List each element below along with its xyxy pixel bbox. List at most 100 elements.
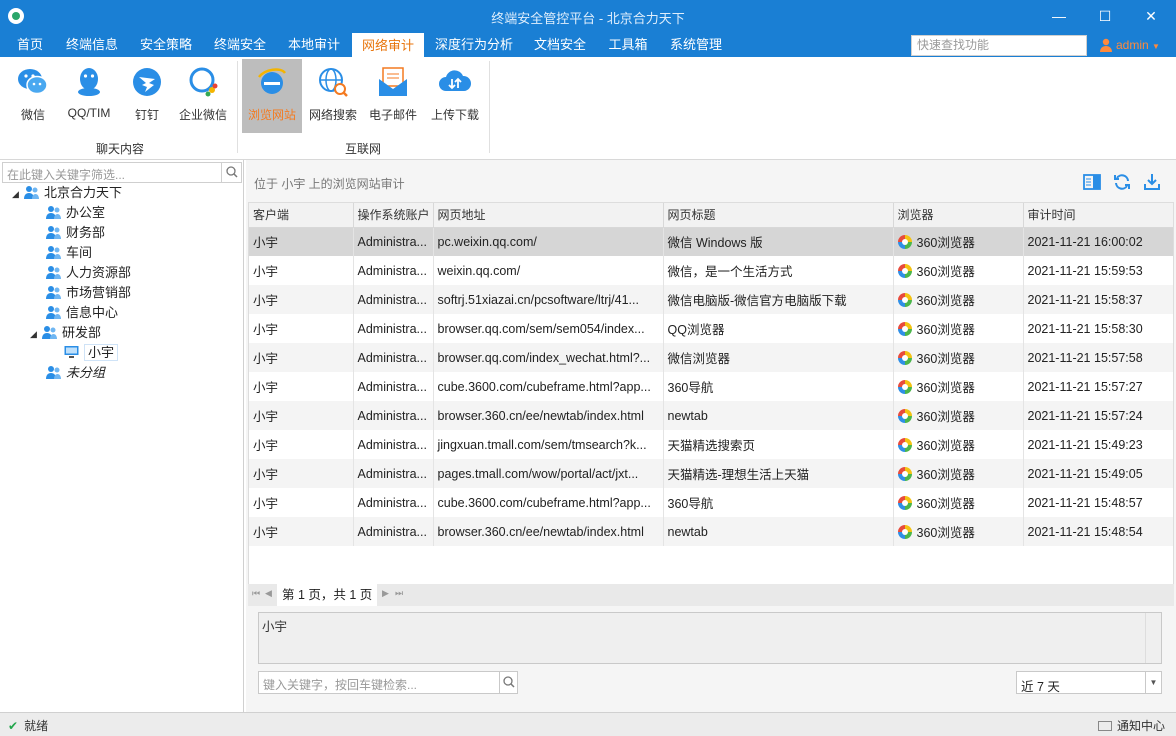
- work-wechat-button[interactable]: 企业微信: [174, 59, 232, 133]
- email-label: 电子邮件: [368, 108, 417, 122]
- cell-os-account: Administra...: [353, 256, 434, 285]
- browse-web-button[interactable]: 浏览网站: [242, 59, 302, 133]
- quick-search-input[interactable]: 快速查找功能: [911, 35, 1087, 56]
- tree-item-marketing[interactable]: 市场营销部: [46, 283, 131, 303]
- table-row[interactable]: 小宇 Administra... pc.weixin.qq.com/微信 Windo…: [249, 227, 1173, 256]
- cell-browser: 360浏览器: [893, 256, 1024, 285]
- 360-browser-icon: [897, 380, 912, 394]
- table-row[interactable]: 小宇 Administra... browser.qq.com/index_wech…: [249, 343, 1173, 372]
- tree-item-office[interactable]: 办公室: [46, 203, 105, 223]
- browser-name: 360浏览器: [916, 410, 975, 424]
- table-row[interactable]: 小宇 Administra... weixin.qq.com/微信，是一个生活方式 3…: [249, 256, 1173, 285]
- tree-filter-input[interactable]: 在此键入关键字筛选...: [2, 162, 242, 183]
- work-wechat-label: 企业微信: [178, 108, 227, 122]
- maximize-button[interactable]: ☐: [1082, 0, 1128, 32]
- notification-center-button[interactable]: 通知中心: [1098, 717, 1165, 734]
- tree-item-computer-xiaoyu[interactable]: 小宇: [64, 343, 119, 363]
- search-icon[interactable]: [499, 672, 517, 693]
- tree-item-label: 人力资源部: [66, 265, 132, 280]
- menu-terminal-security[interactable]: 终端安全: [206, 32, 274, 57]
- column-header-audit-time[interactable]: 审计时间: [1023, 203, 1173, 228]
- detail-textarea[interactable]: 小宇: [258, 612, 1162, 664]
- time-range-select[interactable]: 近 7 天 ▼: [1016, 671, 1162, 694]
- collapse-arrow-icon[interactable]: ◢: [30, 324, 42, 344]
- organization-tree-panel: 在此键入关键字筛选... ◢ 北京合力天下 办公室 财务部 车间 人力资源部 市场…: [0, 160, 244, 712]
- cell-url: browser.qq.com/index_wechat.html?...: [433, 343, 664, 372]
- menu-behavior-analysis[interactable]: 深度行为分析: [430, 32, 518, 57]
- menu-local-audit[interactable]: 本地审计: [280, 32, 348, 57]
- cell-client: 小宇: [249, 459, 354, 488]
- table-row[interactable]: 小宇 Administra... cube.3600.com/cubeframe.h…: [249, 372, 1173, 401]
- tree-item-ungrouped[interactable]: 未分组: [46, 363, 105, 383]
- column-header-title[interactable]: 网页标题: [663, 203, 894, 228]
- cell-url: softrj.51xiazai.cn/pcsoftware/ltrj/41...: [433, 285, 664, 314]
- tree-item-workshop[interactable]: 车间: [46, 243, 92, 263]
- tree-root[interactable]: ◢ 北京合力天下: [12, 183, 122, 203]
- table-row[interactable]: 小宇 Administra... pages.tmall.com/wow/porta…: [249, 459, 1173, 488]
- tree-item-rd[interactable]: ◢ 研发部: [30, 323, 101, 343]
- cell-url: jingxuan.tmall.com/sem/tmsearch?k...: [433, 430, 664, 459]
- menu-toolbox[interactable]: 工具箱: [600, 32, 656, 57]
- refresh-icon[interactable]: [1112, 172, 1132, 192]
- chevron-down-icon[interactable]: ▼: [1145, 672, 1161, 693]
- tree-item-finance[interactable]: 财务部: [46, 223, 105, 243]
- table-row[interactable]: 小宇 Administra... browser.360.cn/ee/newtab/…: [249, 517, 1173, 546]
- cell-os-account: Administra...: [353, 430, 434, 459]
- email-button[interactable]: 电子邮件: [364, 59, 422, 133]
- menu-security-policy[interactable]: 安全策略: [132, 32, 200, 57]
- column-header-browser[interactable]: 浏览器: [893, 203, 1024, 228]
- search-icon[interactable]: [221, 163, 241, 182]
- minimize-button[interactable]: —: [1036, 0, 1082, 32]
- browser-name: 360浏览器: [916, 265, 975, 279]
- browser-name: 360浏览器: [916, 439, 975, 453]
- collapse-arrow-icon[interactable]: ◢: [12, 184, 24, 204]
- cell-audit-time: 2021-11-21 15:57:24: [1023, 401, 1173, 430]
- menu-terminal-info[interactable]: 终端信息: [58, 32, 126, 57]
- menu-home[interactable]: 首页: [8, 32, 52, 57]
- ribbon-toolbar: 微信 QQ/TIM 钉钉 企业微信 浏览网站 网络搜索 电子邮件 上传下载 聊天…: [0, 57, 1176, 160]
- tree-item-hr[interactable]: 人力资源部: [46, 263, 131, 283]
- column-layout-icon[interactable]: [1082, 172, 1102, 192]
- group-icon: [46, 286, 61, 299]
- web-search-button[interactable]: 网络搜索: [304, 59, 362, 133]
- table-row[interactable]: 小宇 Administra... browser.qq.com/sem/sem054…: [249, 314, 1173, 343]
- menu-system-management[interactable]: 系统管理: [662, 32, 730, 57]
- qq-tim-button[interactable]: QQ/TIM: [60, 59, 118, 133]
- cell-client: 小宇: [249, 314, 354, 343]
- 360-browser-icon: [897, 235, 912, 250]
- audit-main-panel: 位于 小宇 上的浏览网站审计 客户端 操作系统账户 网页地址 网页标题 浏览器 …: [246, 160, 1176, 712]
- group-label-chat: 聊天内容: [95, 142, 144, 156]
- table-row[interactable]: 小宇 Administra... cube.3600.com/cubeframe.h…: [249, 488, 1173, 517]
- prev-page-icon[interactable]: ◀: [265, 588, 272, 599]
- dingtalk-button[interactable]: 钉钉: [118, 59, 176, 133]
- close-button[interactable]: ✕: [1128, 0, 1174, 32]
- keyword-search-input[interactable]: 键入关键字，按回车键检索...: [258, 671, 518, 694]
- wechat-button[interactable]: 微信: [4, 59, 62, 133]
- cell-os-account: Administra...: [353, 227, 434, 256]
- cell-url: cube.3600.com/cubeframe.html?app...: [433, 488, 664, 517]
- cell-os-account: Administra...: [353, 343, 434, 372]
- table-row[interactable]: 小宇 Administra... softrj.51xiazai.cn/pcsoft…: [249, 285, 1173, 314]
- download-icon[interactable]: [1142, 172, 1162, 192]
- group-label-internet: 互联网: [344, 142, 381, 156]
- table-row[interactable]: 小宇 Administra... jingxuan.tmall.com/sem/tm…: [249, 430, 1173, 459]
- last-page-icon[interactable]: ⏭: [395, 588, 403, 599]
- group-icon: [46, 206, 61, 219]
- cell-browser: 360浏览器: [893, 285, 1024, 314]
- first-page-icon[interactable]: ⏮: [252, 588, 260, 599]
- envelope-icon: [1098, 721, 1112, 731]
- table-row[interactable]: 小宇 Administra... browser.360.cn/ee/newtab/…: [249, 401, 1173, 430]
- next-page-icon[interactable]: ▶: [382, 588, 389, 599]
- cell-os-account: Administra...: [353, 488, 434, 517]
- tree-item-it-center[interactable]: 信息中心: [46, 303, 118, 323]
- browser-name: 360浏览器: [916, 497, 975, 511]
- detail-scrollbar[interactable]: [1145, 613, 1161, 663]
- menu-network-audit[interactable]: 网络审计: [352, 33, 424, 57]
- column-header-os-account[interactable]: 操作系统账户: [353, 203, 434, 228]
- column-header-url[interactable]: 网页地址: [433, 203, 664, 228]
- column-header-client[interactable]: 客户端: [249, 203, 354, 228]
- user-menu[interactable]: admin ▼: [1100, 35, 1160, 55]
- upload-download-button[interactable]: 上传下载: [426, 59, 484, 133]
- menu-document-security[interactable]: 文档安全: [526, 32, 594, 57]
- cell-client: 小宇: [249, 401, 354, 430]
